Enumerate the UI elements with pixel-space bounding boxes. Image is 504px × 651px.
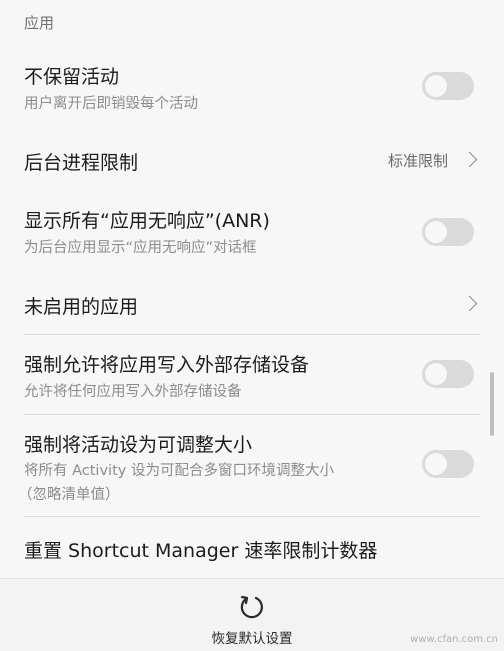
toggle-knob [425, 363, 447, 385]
force-resizable-activities-toggle[interactable] [422, 450, 474, 478]
reset-defaults-button[interactable]: 恢复默认设置 [180, 579, 324, 651]
chevron-right-icon [461, 295, 478, 312]
setting-title: 强制允许将应用写入外部存储设备 [24, 354, 310, 376]
setting-force-resizable-activities[interactable]: 强制将活动设为可调整大小 将所有 Activity 设为可配合多窗口环境调整大小… [0, 424, 504, 512]
watermark: www.cfan.com.cn [410, 634, 498, 645]
setting-title: 强制将活动设为可调整大小 [24, 434, 253, 456]
show-all-anrs-toggle[interactable] [422, 218, 474, 246]
reset-icon [240, 595, 263, 619]
setting-show-all-anrs[interactable]: 显示所有“应用无响应”(ANR) 为后台应用显示“应用无响应”对话框 [0, 200, 504, 266]
divider [24, 334, 480, 335]
force-allow-external-storage-toggle[interactable] [422, 360, 474, 388]
section-header: 应用 [24, 14, 55, 32]
setting-force-allow-external-storage[interactable]: 强制允许将应用写入外部存储设备 允许将任何应用写入外部存储设备 [0, 344, 504, 408]
divider [24, 414, 480, 415]
toggle-knob [425, 221, 447, 243]
setting-title: 后台进程限制 [24, 152, 139, 174]
setting-subtitle: 用户离开后即销毁每个活动 [24, 96, 198, 112]
dont-keep-activities-toggle[interactable] [422, 72, 474, 100]
setting-background-process-limit[interactable]: 后台进程限制 标准限制 [0, 134, 504, 186]
toggle-knob [425, 453, 447, 475]
setting-reset-shortcut-manager[interactable]: 重置 Shortcut Manager 速率限制计数器 [0, 526, 504, 576]
toggle-knob [425, 75, 447, 97]
setting-title: 重置 Shortcut Manager 速率限制计数器 [24, 540, 378, 562]
setting-title: 不保留活动 [24, 66, 120, 88]
setting-dont-keep-activities[interactable]: 不保留活动 用户离开后即销毁每个活动 [0, 56, 504, 120]
setting-inactive-apps[interactable]: 未启用的应用 [0, 278, 504, 334]
setting-title: 显示所有“应用无响应”(ANR) [24, 210, 270, 232]
setting-subtitle: 将所有 Activity 设为可配合多窗口环境调整大小 [24, 463, 334, 479]
chevron-right-icon [461, 151, 478, 168]
bottom-bar: 恢复默认设置 www.cfan.com.cn [0, 578, 504, 651]
reset-defaults-label: 恢复默认设置 [211, 631, 293, 647]
setting-subtitle: 为后台应用显示“应用无响应”对话框 [24, 240, 257, 256]
setting-subtitle-line2: （忽略清单值） [18, 487, 120, 503]
scrollbar[interactable] [490, 372, 494, 436]
setting-value: 标准限制 [388, 152, 449, 170]
setting-title: 未启用的应用 [24, 296, 139, 318]
setting-subtitle: 允许将任何应用写入外部存储设备 [24, 384, 242, 400]
divider [24, 516, 480, 517]
